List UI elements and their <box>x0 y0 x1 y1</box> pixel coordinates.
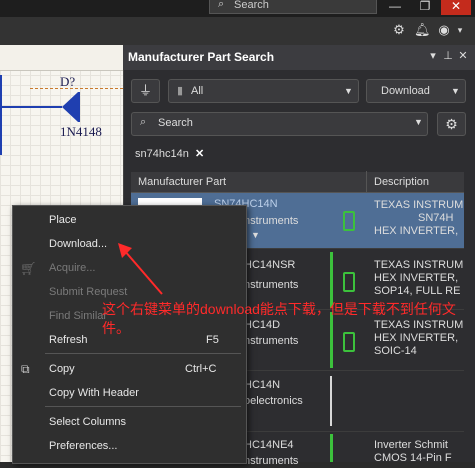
description-line: HEX INVERTER, <box>374 225 459 237</box>
bell-icon[interactable]: 🔔︎ <box>414 22 431 38</box>
copy-shortcut: Ctrl+C <box>185 363 217 375</box>
annotation-arrow <box>118 243 163 295</box>
settings-button[interactable]: ⚙ <box>437 112 466 136</box>
search-icon: ⌕ <box>140 116 147 128</box>
global-search[interactable]: ⌕ Search <box>209 0 377 14</box>
diode-cathode <box>78 92 80 122</box>
menu-item-copy[interactable]: Copy <box>49 363 75 375</box>
manufacturer: nstruments <box>244 215 299 227</box>
search-chip[interactable]: sn74hc14n ✕ <box>131 145 464 165</box>
download-button-label: Download <box>381 85 430 97</box>
description-line: SOIC-14 <box>374 345 417 357</box>
panel-title: Manufacturer Part Search <box>128 50 275 64</box>
chevron-down-icon: ▼ <box>451 86 460 96</box>
user-icon[interactable]: ◉ <box>436 22 452 38</box>
search-icon: ⌕ <box>218 0 225 10</box>
category-select-value: All <box>191 85 204 97</box>
part-label: 1N4148 <box>60 124 102 139</box>
category-select[interactable]: ▮ All ▼ <box>168 79 359 103</box>
part-number[interactable]: HC14NE4 <box>244 439 294 451</box>
menu-item-preferences[interactable]: Preferences... <box>49 440 117 452</box>
description-line: HEX INVERTER, <box>374 272 459 284</box>
description-line: CMOS 14-Pin F <box>374 452 452 464</box>
chip-icon <box>343 272 355 292</box>
folder-icon: ▮ <box>177 85 184 97</box>
designator-label: D? <box>60 74 76 89</box>
dropdown-icon[interactable]: ▾ <box>427 49 439 62</box>
part-number[interactable]: HC14NSR <box>244 259 295 271</box>
manufacturer: oelectronics <box>244 395 303 407</box>
gear-icon: ⚙ <box>445 116 458 132</box>
menu-item-select-columns[interactable]: Select Columns <box>49 416 126 428</box>
wire <box>0 75 2 155</box>
menu-item-download[interactable]: Download... <box>49 238 107 250</box>
search-placeholder: Search <box>158 117 193 129</box>
remove-chip-icon[interactable]: ✕ <box>195 147 204 160</box>
results-header: Manufacturer Part Description <box>131 171 464 193</box>
wire <box>0 106 62 108</box>
status-bar <box>330 376 332 426</box>
cart-icon: 🛒︎ <box>20 261 37 276</box>
menu-item-acquire: Acquire... <box>49 262 96 274</box>
chevron-down-icon[interactable]: ▼ <box>414 117 423 127</box>
menu-separator <box>45 353 241 354</box>
status-bar <box>330 434 333 462</box>
copy-icon: ⧉ <box>21 362 30 376</box>
gear-icon[interactable]: ⚙ <box>391 22 407 38</box>
part-search-input[interactable]: ⌕ Search ▼ <box>131 112 428 136</box>
selection-outline <box>30 88 123 89</box>
search-chip-label: sn74hc14n <box>135 148 189 160</box>
description-line: TEXAS INSTRUM <box>374 199 464 211</box>
chevron-down-icon[interactable]: ▾ <box>452 22 468 38</box>
menu-item-place[interactable]: Place <box>49 214 77 226</box>
part-number[interactable]: HC14N <box>244 379 280 391</box>
column-header-description[interactable]: Description <box>374 176 429 188</box>
schematic-border <box>0 45 123 71</box>
diode-symbol[interactable] <box>62 92 78 122</box>
close-icon[interactable]: ✕ <box>457 49 469 62</box>
manufacturer: nstruments <box>244 279 299 291</box>
filter-button[interactable]: ⏚ <box>131 79 160 103</box>
menu-item-copy-with-header[interactable]: Copy With Header <box>49 387 139 399</box>
annotation-text: 这个右键菜单的download能点下载，但是下载不到任何文件。 <box>102 301 456 336</box>
menu-item-find-similar: Find Similar <box>49 310 108 322</box>
chevron-down-icon[interactable]: ▼ <box>251 230 260 240</box>
column-header-mfr-part[interactable]: Manufacturer Part <box>138 176 226 188</box>
menu-separator <box>45 406 241 407</box>
description-line: SN74H <box>418 212 454 224</box>
restore-button[interactable]: ❐ <box>410 0 440 15</box>
description-line: SOP14, FULL RE <box>374 285 461 297</box>
description-line: Inverter Schmit <box>374 439 448 451</box>
minimize-button[interactable]: — <box>380 0 410 15</box>
pin-icon[interactable]: ⊥ <box>442 49 454 62</box>
description-line: TEXAS INSTRUM <box>374 259 464 271</box>
column-divider[interactable] <box>366 171 367 192</box>
chip-icon <box>343 211 355 231</box>
download-dropdown-button[interactable]: Download ▼ <box>366 79 466 103</box>
chevron-down-icon: ▼ <box>344 86 353 96</box>
close-button[interactable]: ✕ <box>441 0 471 15</box>
menu-item-refresh[interactable]: Refresh <box>49 334 88 346</box>
funnel-icon: ⏚ <box>138 83 152 98</box>
arrow-shaft <box>123 249 163 295</box>
global-search-label: Search <box>234 0 269 11</box>
